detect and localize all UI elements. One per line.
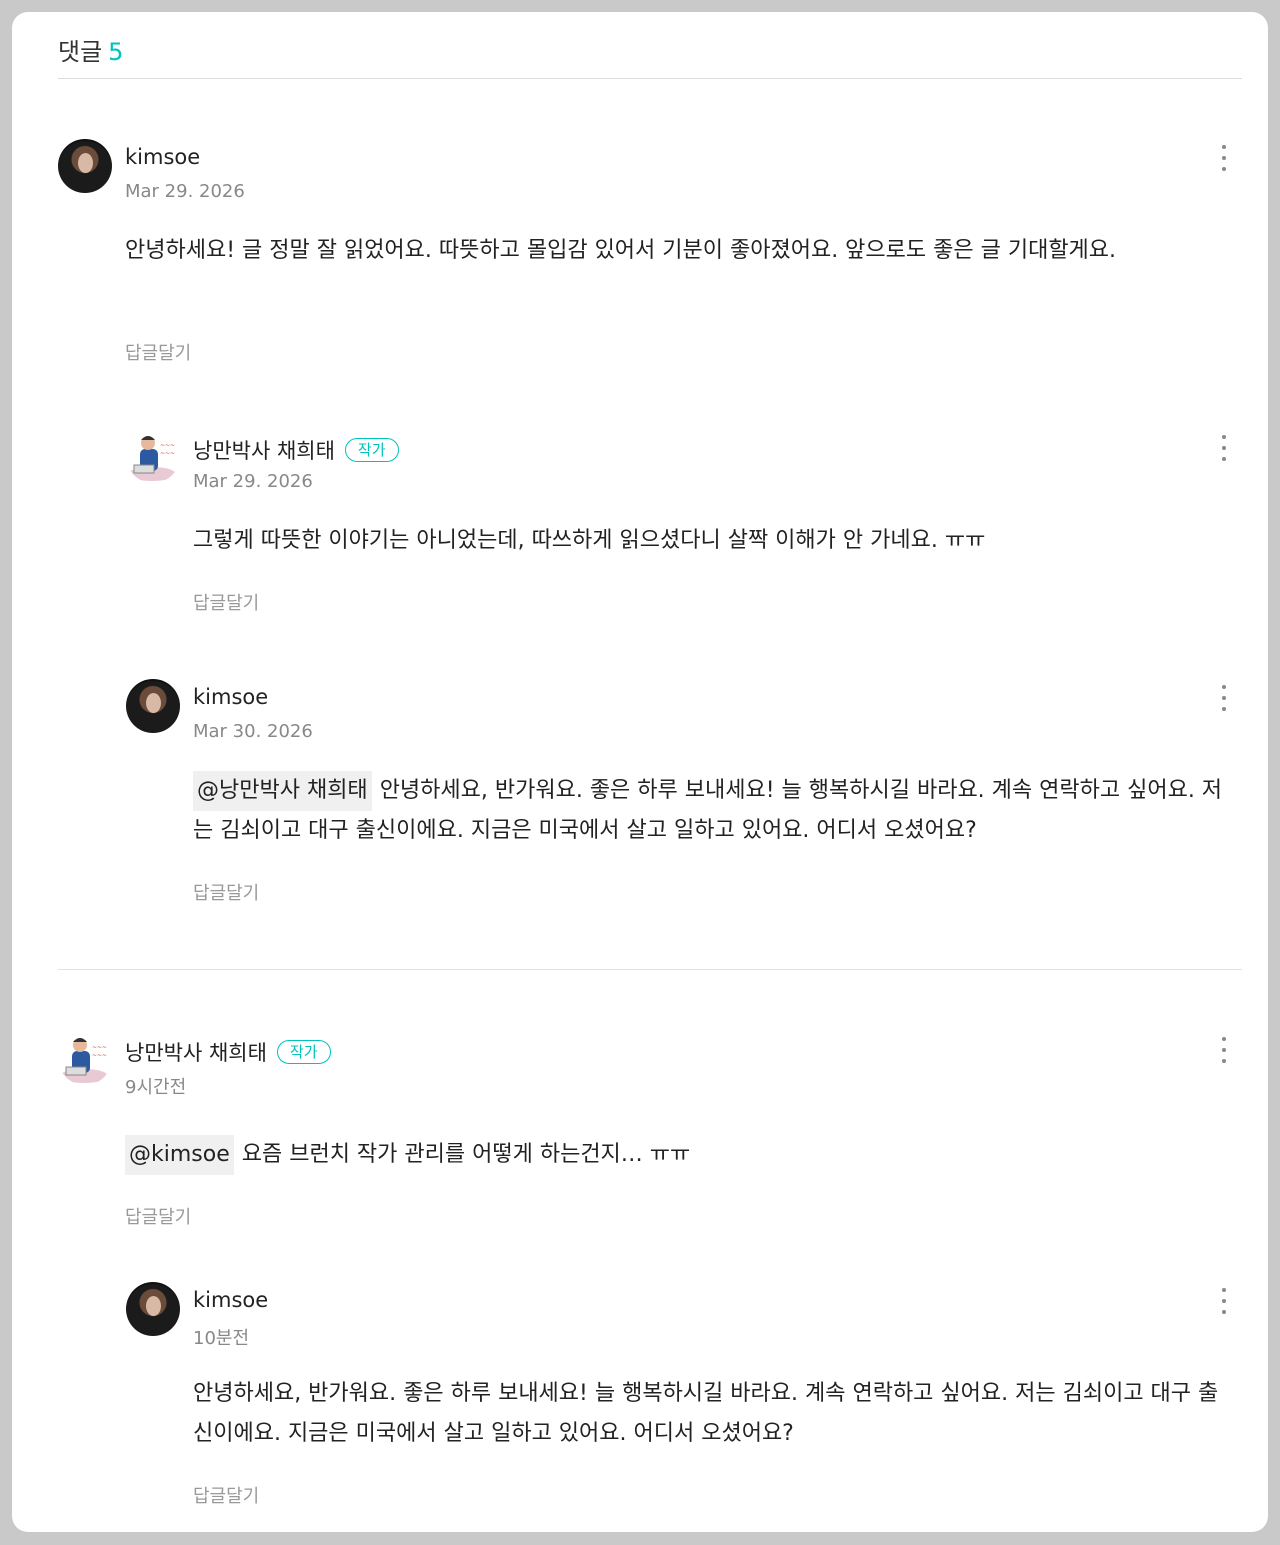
reply-button[interactable]: 답글달기 [193,1482,259,1508]
comment-date: Mar 29. 2026 [193,471,313,492]
more-options-icon[interactable] [1214,1285,1234,1319]
avatar[interactable] [126,1282,180,1336]
svg-text:~~~: ~~~ [160,450,175,457]
mention-link[interactable]: @kimsoe [125,1135,234,1175]
comment: kimsoe Mar 29. 2026 안녕하세요! 글 정말 잘 읽었어요. … [58,139,1242,369]
comments-title: 댓글 [58,38,103,66]
svg-text:~~~: ~~~ [160,442,175,449]
svg-text:~~~: ~~~ [92,1052,107,1059]
more-options-icon[interactable] [1214,142,1234,176]
avatar[interactable]: ~~~ ~~~ [58,1031,112,1085]
mention-link[interactable]: @낭만박사 채희태 [193,771,372,811]
comment-author[interactable]: kimsoe [125,145,200,169]
reply-comment: kimsoe 10분전 안녕하세요, 반가워요. 좋은 하루 보내세요! 늘 행… [126,1282,1242,1522]
svg-text:~~~: ~~~ [92,1044,107,1051]
more-options-icon[interactable] [1214,1034,1234,1068]
comment-author[interactable]: kimsoe [193,1288,268,1312]
reply-comment: kimsoe Mar 30. 2026 @낭만박사 채희태 안녕하세요, 반가워요… [126,679,1242,909]
comment-text: @낭만박사 채희태 안녕하세요, 반가워요. 좋은 하루 보내세요! 늘 행복하시… [193,771,1233,851]
author-illustration-icon: ~~~ ~~~ [128,436,176,481]
comment-text: 그렇게 따뜻한 이야기는 아니었는데, 따쓰하게 읽으셨다니 살짝 이해가 안 … [193,528,986,553]
avatar[interactable] [58,139,112,193]
reply-button[interactable]: 답글달기 [193,589,259,615]
more-options-icon[interactable] [1214,432,1234,466]
reply-button[interactable]: 답글달기 [125,339,191,365]
author-badge: 작가 [276,1040,331,1064]
avatar[interactable] [126,679,180,733]
reply-comment: ~~~ ~~~ 낭만박사 채희태 작가 Mar 29. 2026 그렇게 따뜻한… [126,429,1242,629]
comment-text: 안녕하세요, 반가워요. 좋은 하루 보내세요! 늘 행복하시길 바라요. 계속… [193,1381,1219,1446]
comment-date: Mar 30. 2026 [193,721,313,742]
comment: ~~~ ~~~ 낭만박사 채희태 작가 9시간전 @kimsoe 요즘 브런치 작… [58,1031,1242,1231]
comment-date: 9시간전 [125,1077,187,1098]
reply-button[interactable]: 답글달기 [125,1203,191,1229]
comment-author[interactable]: 낭만박사 채희태 작가 [125,1037,331,1067]
thread-divider [58,969,1242,970]
author-illustration-icon: ~~~ ~~~ [60,1038,108,1083]
reply-button[interactable]: 답글달기 [193,879,259,905]
comment-text: 안녕하세요! 글 정말 잘 읽었어요. 따뜻하고 몰입감 있어서 기분이 좋아졌… [125,238,1117,263]
comments-panel: 댓글 5 kimsoe Mar 29. 2026 안녕하세요! 글 정말 잘 읽었… [12,12,1268,1532]
comments-header: 댓글 5 [58,32,1242,79]
more-options-icon[interactable] [1214,682,1234,716]
comment-author[interactable]: 낭만박사 채희태 작가 [193,435,399,465]
comments-count: 5 [108,38,124,66]
comment-date: Mar 29. 2026 [125,181,245,202]
author-badge: 작가 [344,438,399,462]
avatar[interactable]: ~~~ ~~~ [126,429,180,483]
comment-date: 10분전 [193,1328,250,1349]
comment-text: @kimsoe 요즘 브런치 작가 관리를 어떻게 하는건지… ㅠㅠ [125,1135,1225,1175]
comment-author[interactable]: kimsoe [193,685,268,709]
